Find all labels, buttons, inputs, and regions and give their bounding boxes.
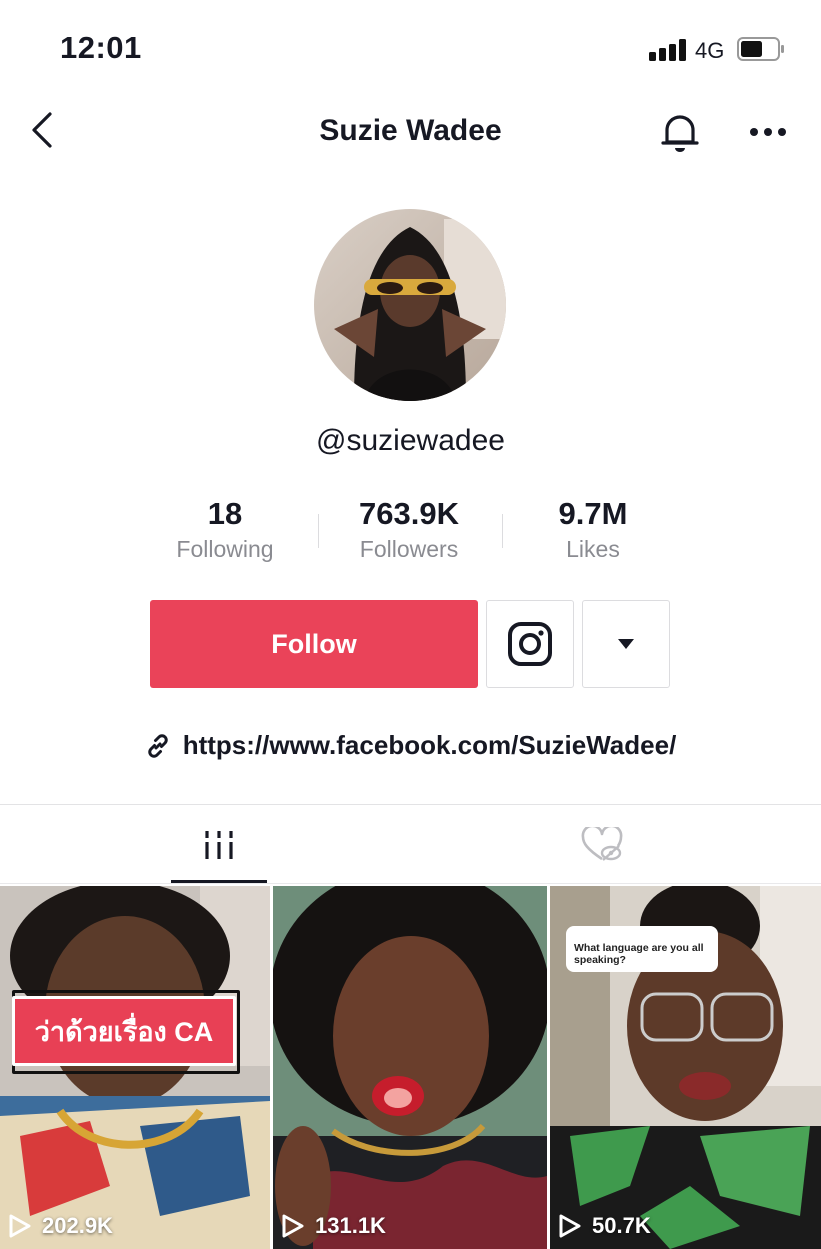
more-options-button[interactable] bbox=[744, 110, 792, 154]
play-icon bbox=[9, 1214, 31, 1238]
more-dots-icon bbox=[750, 128, 786, 136]
caret-down-icon bbox=[618, 639, 634, 649]
play-icon bbox=[559, 1214, 581, 1238]
avatar[interactable] bbox=[314, 209, 506, 401]
grid-icon bbox=[205, 830, 233, 859]
instagram-button[interactable] bbox=[486, 600, 574, 688]
more-actions-dropdown-button[interactable] bbox=[582, 600, 670, 688]
stat-followers[interactable]: 763.9K Followers bbox=[317, 496, 501, 563]
view-count: 50.7K bbox=[558, 1213, 651, 1239]
status-bar: 12:01 4G bbox=[0, 0, 821, 96]
divider bbox=[0, 883, 821, 884]
liked-hidden-icon bbox=[581, 826, 623, 861]
stat-following[interactable]: 18 Following bbox=[133, 496, 317, 563]
instagram-icon bbox=[508, 622, 552, 666]
video-tile[interactable]: 131.1K bbox=[273, 886, 547, 1249]
bell-icon bbox=[661, 115, 699, 152]
nav-bar: Suzie Wadee bbox=[0, 96, 821, 168]
view-count-text: 131.1K bbox=[315, 1213, 386, 1238]
video-thumbnail bbox=[273, 886, 547, 1249]
profile-page: 12:01 4G Suzie Wadee @suziewadee 18 Foll… bbox=[0, 0, 821, 1249]
video-tile[interactable]: What language are you all speaking? 50.7… bbox=[550, 886, 821, 1249]
stat-value: 763.9K bbox=[359, 496, 459, 531]
battery-icon bbox=[737, 37, 784, 61]
video-tile[interactable]: ว่าด้วยเรื่อง CA 202.9K bbox=[0, 886, 270, 1249]
stat-value: 9.7M bbox=[558, 496, 628, 531]
stat-label: Following bbox=[176, 536, 274, 562]
tab-videos[interactable] bbox=[14, 805, 424, 884]
view-count: 202.9K bbox=[8, 1213, 113, 1239]
signal-icon bbox=[649, 39, 689, 61]
play-icon bbox=[282, 1214, 304, 1238]
view-count-text: 50.7K bbox=[592, 1213, 651, 1238]
view-count: 131.1K bbox=[281, 1213, 386, 1239]
link-icon bbox=[147, 733, 168, 758]
comment-reply-bubble: What language are you all speaking? bbox=[566, 926, 718, 972]
video-caption: ว่าด้วยเรื่อง CA bbox=[12, 996, 236, 1066]
stat-likes[interactable]: 9.7M Likes bbox=[501, 496, 685, 563]
comment-text: What language are you all speaking? bbox=[574, 942, 704, 966]
username: @suziewadee bbox=[316, 424, 505, 457]
stat-label: Followers bbox=[359, 536, 459, 562]
notifications-button[interactable] bbox=[656, 108, 704, 156]
stat-value: 18 bbox=[207, 496, 243, 531]
network-label: 4G bbox=[695, 38, 725, 63]
follow-button[interactable]: Follow bbox=[150, 600, 478, 688]
view-count-text: 202.9K bbox=[42, 1213, 113, 1238]
bio-link-text: https://www.facebook.com/SuzieWadee/ bbox=[182, 730, 677, 760]
tab-liked[interactable] bbox=[397, 805, 807, 884]
status-time: 12:01 bbox=[60, 30, 142, 65]
stat-label: Likes bbox=[566, 536, 620, 562]
bio-link[interactable]: https://www.facebook.com/SuzieWadee/ bbox=[0, 730, 821, 761]
